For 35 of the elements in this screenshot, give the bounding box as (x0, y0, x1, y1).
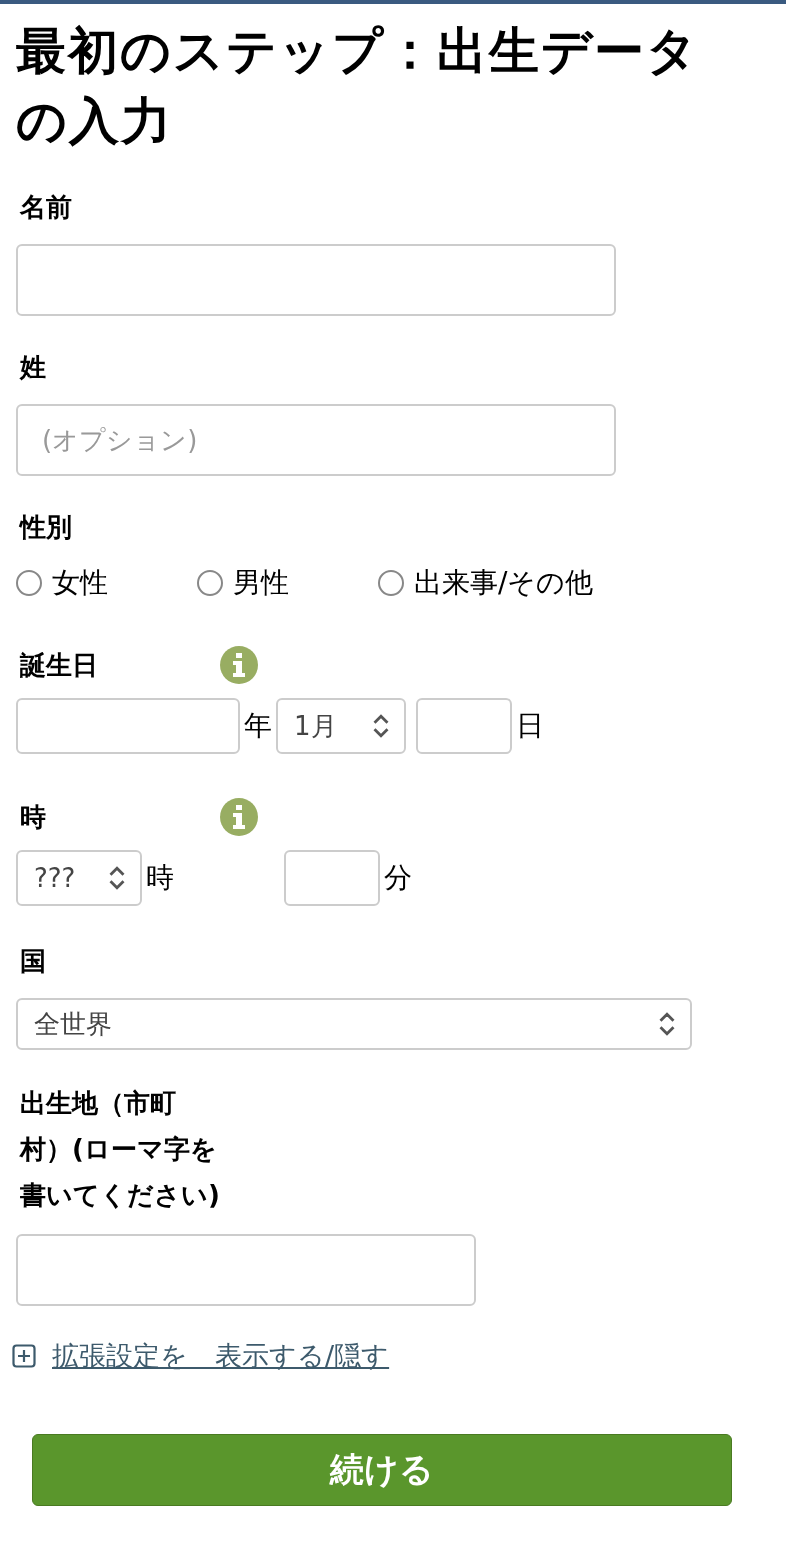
expand-icon[interactable] (12, 1344, 36, 1368)
field-label: 国 (20, 946, 47, 976)
info-icon[interactable] (220, 646, 258, 684)
radio-icon[interactable] (197, 570, 223, 596)
radio-icon[interactable] (16, 570, 42, 596)
hour-select[interactable]: ??? (16, 850, 142, 906)
radio-label: 女性 (52, 565, 108, 601)
page-title: 最初のステップ：出生データの入力 (16, 21, 700, 152)
radio-label: 出来事/その他 (414, 565, 594, 601)
first-name-field[interactable] (16, 244, 616, 316)
month-select[interactable]: 1月 (276, 698, 406, 754)
field-label: 誕生日 (20, 649, 99, 682)
field-label: 性別 (20, 512, 73, 542)
unit-label: 年 (244, 708, 272, 744)
country-select[interactable]: 全世界 (16, 998, 692, 1050)
field-label: 名前 (20, 192, 73, 222)
radio-option[interactable]: 出来事/その他 (378, 564, 594, 602)
day-field[interactable] (416, 698, 512, 754)
unit-label: 分 (384, 860, 412, 896)
continue-button[interactable]: 続ける (32, 1434, 732, 1506)
advanced-settings-link[interactable]: 拡張設定を 表示する/隠す (52, 1338, 390, 1374)
radio-option[interactable]: 男性 (197, 564, 378, 602)
field-label: 出生地（市町村）(ローマ字を書いてください) (20, 1087, 220, 1212)
unit-label: 時 (146, 860, 174, 896)
last-name-field[interactable]: (オプション) (16, 404, 616, 476)
field-label: 姓 (20, 352, 47, 382)
radio-label: 男性 (233, 565, 289, 601)
radio-icon[interactable] (378, 570, 404, 596)
unit-label: 日 (516, 708, 544, 744)
info-icon[interactable] (220, 798, 258, 836)
birthplace-field[interactable] (16, 1234, 476, 1306)
radio-option[interactable]: 女性 (16, 564, 197, 602)
minute-field[interactable] (284, 850, 380, 906)
year-field[interactable] (16, 698, 240, 754)
field-label: 時 (20, 801, 47, 834)
